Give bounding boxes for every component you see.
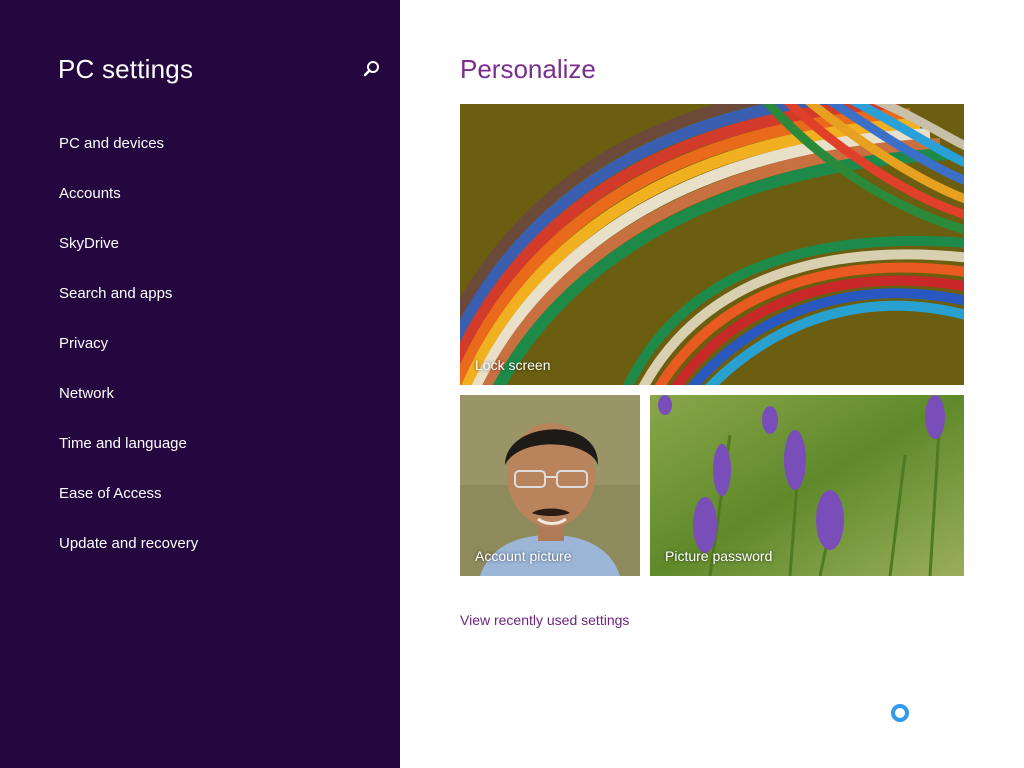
page-title: Personalize bbox=[460, 54, 596, 84]
account-picture-label: Account picture bbox=[475, 548, 572, 564]
account-picture-tile[interactable]: Account picture bbox=[460, 395, 640, 576]
sidebar-item-ease-of-access[interactable]: Ease of Access bbox=[59, 483, 198, 533]
sidebar-item-search-and-apps[interactable]: Search and apps bbox=[59, 283, 198, 333]
picture-password-label: Picture password bbox=[665, 548, 773, 564]
sidebar-item-network[interactable]: Network bbox=[59, 383, 198, 433]
sidebar-item-privacy[interactable]: Privacy bbox=[59, 333, 198, 383]
lock-screen-image bbox=[460, 104, 964, 385]
progress-ring-icon bbox=[890, 703, 910, 723]
lock-screen-tile[interactable]: Lock screen bbox=[460, 104, 964, 385]
sidebar-item-time-and-language[interactable]: Time and language bbox=[59, 433, 198, 483]
view-recent-settings-link[interactable]: View recently used settings bbox=[460, 612, 629, 628]
pc-settings-window: PC settings PC and devices Accounts SkyD… bbox=[0, 0, 1024, 768]
sidebar-nav: PC and devices Accounts SkyDrive Search … bbox=[59, 133, 198, 583]
sidebar-title: PC settings bbox=[58, 54, 194, 84]
picture-password-tile[interactable]: Picture password bbox=[650, 395, 964, 576]
search-icon[interactable] bbox=[360, 58, 382, 80]
sidebar-item-pc-and-devices[interactable]: PC and devices bbox=[59, 133, 198, 183]
sidebar-item-accounts[interactable]: Accounts bbox=[59, 183, 198, 233]
sidebar-item-update-and-recovery[interactable]: Update and recovery bbox=[59, 533, 198, 583]
lock-screen-label: Lock screen bbox=[475, 357, 551, 373]
sidebar-item-skydrive[interactable]: SkyDrive bbox=[59, 233, 198, 283]
personalize-pane: Personalize Lock screen Account picture … bbox=[400, 0, 1024, 768]
sidebar: PC settings PC and devices Accounts SkyD… bbox=[0, 0, 400, 768]
